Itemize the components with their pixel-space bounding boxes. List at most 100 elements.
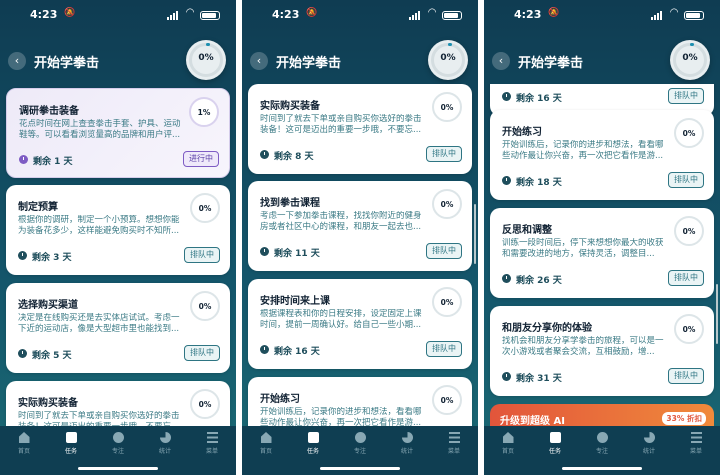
task-progress-text: 0%: [682, 325, 696, 334]
status-badge[interactable]: 排队中: [184, 247, 220, 263]
task-title: 开始练习: [502, 127, 542, 138]
page-title: 开始学拳击: [276, 56, 342, 71]
stats-icon: [159, 432, 171, 443]
status-badge[interactable]: 排队中: [668, 88, 704, 104]
task-progress-text: 0%: [440, 298, 454, 307]
tab-menu[interactable]: 菜单: [682, 432, 710, 455]
task-card[interactable]: 开始练习 开始训练后，记录你的进步和想法，看看哪些动作最让你兴奋，再一次把它看作…: [248, 377, 472, 426]
clock-icon: [502, 274, 511, 283]
task-card[interactable]: 调研拳击装备 花点时间在网上查查拳击手套、护具、运动鞋等。可以看看浏览量高的品牌…: [6, 88, 230, 178]
upgrade-title: 升级到超级 AI: [500, 416, 565, 426]
tab-focus[interactable]: 专注: [588, 432, 616, 455]
task-description: 根据你的调研，制定一个小预算。想想你能为装备花多少，这样能避免购买时不知所...: [18, 215, 180, 236]
task-card[interactable]: 实际购买装备 时间到了就去下单或亲自购买你选好的拳击装备！这可是迈出的重要一步哦…: [6, 381, 230, 426]
status-badge[interactable]: 排队中: [426, 146, 462, 162]
home-indicator: [78, 467, 158, 470]
tab-home[interactable]: 首页: [494, 432, 522, 455]
tab-menu[interactable]: 菜单: [440, 432, 468, 455]
task-list[interactable]: 剩余 16 天 排队中 开始练习 开始训练后，记录你的进步和想法，看看哪些动作最…: [484, 84, 720, 426]
overall-progress-text: 0%: [198, 53, 214, 63]
tab-bar: 首页 任务 专注 统计 菜单: [484, 426, 720, 475]
tab-focus[interactable]: 专注: [346, 432, 374, 455]
home-indicator: [320, 467, 400, 470]
task-title: 安排时间来上课: [260, 296, 330, 307]
scrollbar[interactable]: [716, 284, 718, 344]
back-button[interactable]: ‹: [250, 52, 268, 70]
status-time: 4:23: [30, 8, 58, 21]
tab-home[interactable]: 首页: [10, 432, 38, 455]
tab-stats[interactable]: 统计: [151, 432, 179, 455]
overall-progress-ring: 0%: [428, 40, 468, 80]
task-progress-text: 0%: [198, 204, 212, 213]
tab-bar: 首页 任务 专注 统计 菜单: [0, 426, 236, 475]
tab-tasks[interactable]: 任务: [541, 432, 569, 455]
task-progress-ring: 0%: [432, 287, 462, 317]
task-card[interactable]: 选择购买渠道 决定是在线购买还是去实体店试试。考虑一下近的运动店，像是大型超市里…: [6, 283, 230, 373]
bell-off-icon: 🔕: [548, 8, 560, 18]
task-title: 实际购买装备: [18, 398, 78, 409]
task-title: 反思和调整: [502, 225, 552, 236]
status-badge[interactable]: 排队中: [426, 243, 462, 259]
overall-progress-ring: 0%: [670, 40, 710, 80]
task-remaining: 剩余 3 天: [32, 253, 72, 263]
tab-focus[interactable]: 专注: [104, 432, 132, 455]
task-progress-text: 0%: [440, 200, 454, 209]
back-button[interactable]: ‹: [492, 52, 510, 70]
task-title: 开始练习: [260, 394, 300, 405]
bell-off-icon: 🔕: [64, 8, 76, 18]
task-description: 决定是在线购买还是去实体店试试。考虑一下近的运动店，像是大型超市里也能找到...: [18, 313, 180, 334]
wifi-icon: ◠: [670, 7, 678, 18]
tab-label: 菜单: [447, 448, 460, 455]
home-indicator: [562, 467, 642, 470]
task-title: 和朋友分享你的体验: [502, 323, 592, 334]
tab-label: 专注: [111, 448, 124, 455]
header: ‹ 开始学拳击 0%: [484, 40, 720, 82]
task-list[interactable]: 调研拳击装备 花点时间在网上查查拳击手套、护具、运动鞋等。可以看看浏览量高的品牌…: [0, 84, 236, 426]
tab-menu[interactable]: 菜单: [198, 432, 226, 455]
menu-icon: [690, 432, 702, 443]
scrollbar[interactable]: [474, 204, 476, 264]
task-card[interactable]: 安排时间来上课 根据课程表和你的日程安排，设定固定上课时间，提前一周确认好。给自…: [248, 279, 472, 369]
task-description: 训练一段时间后，停下来想想你最大的收获和需要改进的地方，保持灵活，调整目...: [502, 238, 664, 259]
tab-stats[interactable]: 统计: [635, 432, 663, 455]
back-button[interactable]: ‹: [8, 52, 26, 70]
clock-icon: [18, 349, 27, 358]
tab-stats[interactable]: 统计: [393, 432, 421, 455]
task-card[interactable]: 找到拳击课程 考虑一下参加拳击课程，找找你附近的健身房或者社区中心的课程，和朋友…: [248, 181, 472, 271]
task-remaining: 剩余 11 天: [274, 249, 320, 259]
task-description: 根据课程表和你的日程安排，设定固定上课时间，提前一周确认好。给自己一些小期...: [260, 309, 422, 330]
task-card[interactable]: 实际购买装备 时间到了就去下单或亲自购买你选好的拳击装备！这可是迈出的重要一步哦…: [248, 84, 472, 174]
tab-tasks[interactable]: 任务: [299, 432, 327, 455]
task-remaining: 剩余 8 天: [274, 152, 314, 162]
tab-home[interactable]: 首页: [252, 432, 280, 455]
status-badge[interactable]: 排队中: [668, 368, 704, 384]
tab-label: 统计: [158, 448, 171, 455]
task-progress-ring: 0%: [674, 314, 704, 344]
task-remaining: 剩余 1 天: [33, 157, 73, 167]
task-card[interactable]: 反思和调整 训练一段时间后，停下来想想你最大的收获和需要改进的地方，保持灵活，调…: [490, 208, 714, 298]
focus-icon: [354, 432, 366, 443]
tab-label: 首页: [501, 448, 514, 455]
status-badge[interactable]: 排队中: [668, 172, 704, 188]
task-card[interactable]: 和朋友分享你的体验 找机会和朋友分享学拳击的旅程，可以是一次小游戏或者聚会交流，…: [490, 306, 714, 396]
task-card[interactable]: 制定预算 根据你的调研，制定一个小预算。想想你能为装备花多少，这样能避免购买时不…: [6, 185, 230, 275]
task-progress-ring: 0%: [190, 389, 220, 419]
status-badge[interactable]: 进行中: [183, 151, 219, 167]
clock-icon: [260, 150, 269, 159]
task-remaining: 剩余 5 天: [32, 351, 72, 361]
task-remaining: 剩余 16 天: [516, 94, 562, 104]
signal-icon: [167, 11, 178, 20]
task-list[interactable]: 实际购买装备 时间到了就去下单或亲自购买你选好的拳击装备！这可是迈出的重要一步哦…: [242, 84, 478, 426]
tab-label: 首页: [259, 448, 272, 455]
header: ‹ 开始学拳击 0%: [242, 40, 478, 82]
status-badge[interactable]: 排队中: [668, 270, 704, 286]
upgrade-banner[interactable]: 升级到超级 AI 33% 折扣: [490, 404, 714, 426]
signal-icon: [651, 11, 662, 20]
task-card[interactable]: 开始练习 开始训练后，记录你的进步和想法，看看哪些动作最让你兴奋，再一次把它看作…: [490, 110, 714, 200]
tab-tasks[interactable]: 任务: [57, 432, 85, 455]
task-progress-text: 0%: [198, 400, 212, 409]
status-badge[interactable]: 排队中: [184, 345, 220, 361]
task-progress-ring: 0%: [190, 193, 220, 223]
status-badge[interactable]: 排队中: [426, 341, 462, 357]
status-bar: 4:23 🔕 ◠: [0, 6, 236, 24]
